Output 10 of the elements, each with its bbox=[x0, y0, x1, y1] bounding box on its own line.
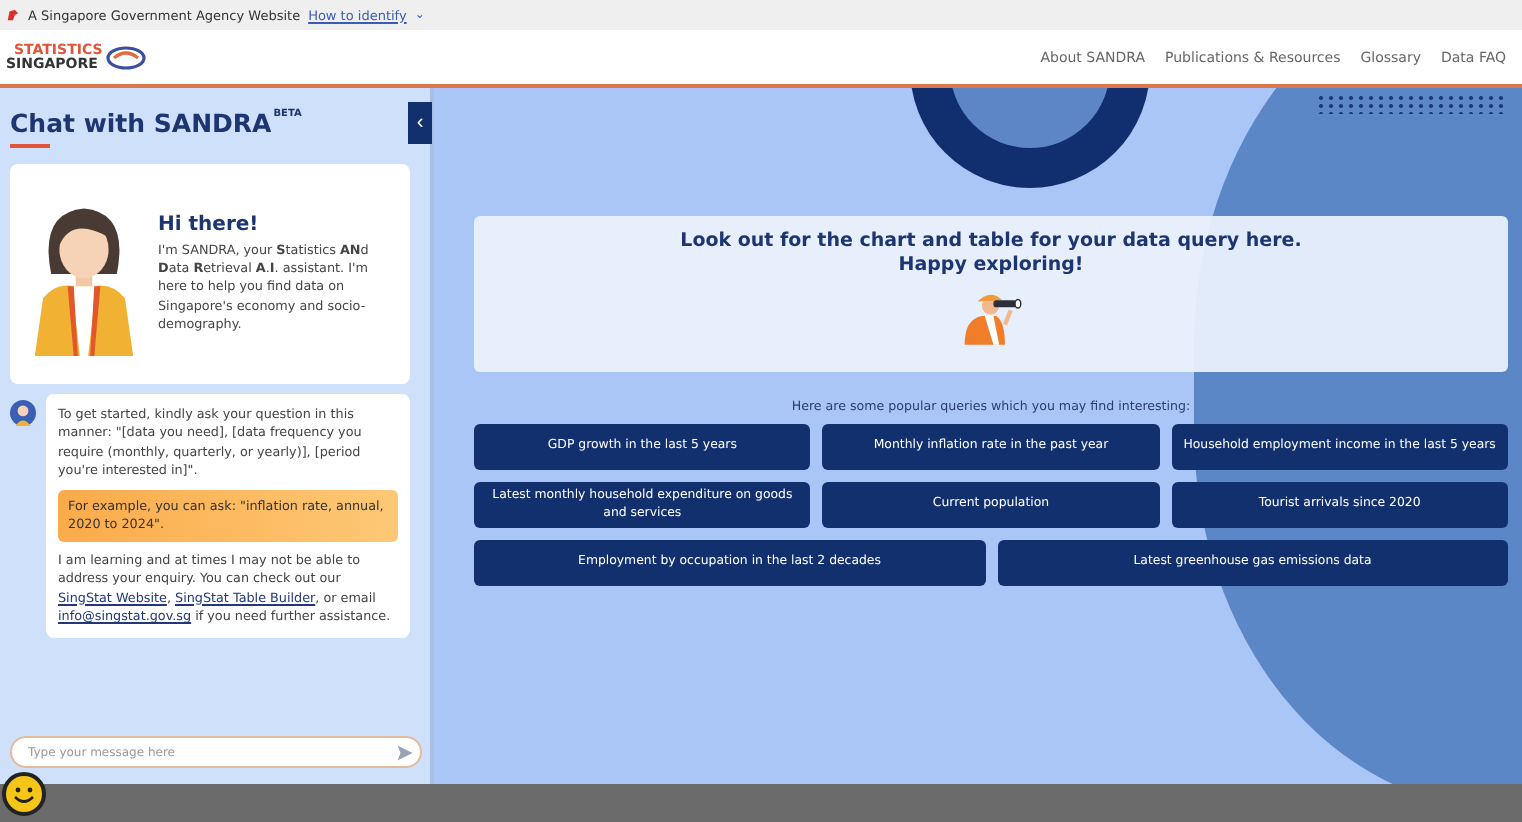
lion-head-icon bbox=[6, 8, 20, 22]
info-subheading: Happy exploring! bbox=[898, 253, 1084, 278]
collapse-button[interactable]: ‹ bbox=[408, 102, 432, 144]
assistant-avatar-icon bbox=[10, 400, 36, 426]
chat-title: Chat with SANDRA bbox=[10, 108, 272, 138]
greeting-heading: Hi there! bbox=[158, 213, 261, 236]
logo-mark-icon[interactable] bbox=[106, 45, 147, 69]
beta-label: BETA bbox=[273, 108, 302, 120]
info-heading: Look out for the chart and table for your data query here. bbox=[680, 230, 1302, 254]
title-underline bbox=[10, 144, 50, 148]
